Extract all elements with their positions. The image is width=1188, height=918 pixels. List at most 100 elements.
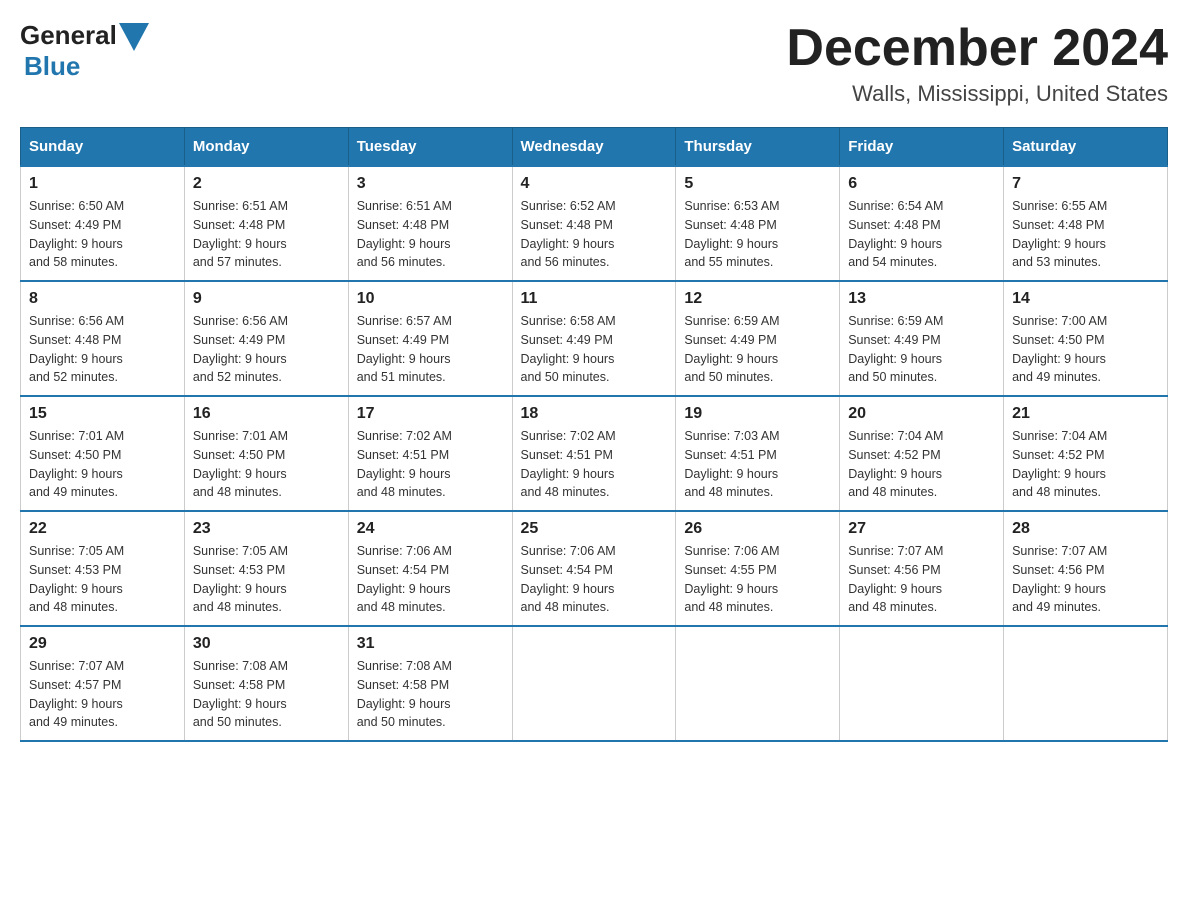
- calendar-cell: 23 Sunrise: 7:05 AM Sunset: 4:53 PM Dayl…: [184, 511, 348, 626]
- day-info: Sunrise: 7:01 AM Sunset: 4:50 PM Dayligh…: [193, 427, 340, 502]
- day-number: 21: [1012, 405, 1159, 423]
- calendar-week-row: 1 Sunrise: 6:50 AM Sunset: 4:49 PM Dayli…: [21, 166, 1168, 281]
- day-info: Sunrise: 7:06 AM Sunset: 4:54 PM Dayligh…: [521, 542, 668, 617]
- logo-blue-text: Blue: [24, 51, 80, 81]
- day-info: Sunrise: 6:59 AM Sunset: 4:49 PM Dayligh…: [684, 312, 831, 387]
- calendar-cell: 9 Sunrise: 6:56 AM Sunset: 4:49 PM Dayli…: [184, 281, 348, 396]
- day-number: 13: [848, 290, 995, 308]
- day-info: Sunrise: 7:06 AM Sunset: 4:54 PM Dayligh…: [357, 542, 504, 617]
- day-info: Sunrise: 6:54 AM Sunset: 4:48 PM Dayligh…: [848, 197, 995, 272]
- day-number: 4: [521, 175, 668, 193]
- day-number: 29: [29, 635, 176, 653]
- calendar-cell: 13 Sunrise: 6:59 AM Sunset: 4:49 PM Dayl…: [840, 281, 1004, 396]
- day-number: 7: [1012, 175, 1159, 193]
- day-number: 25: [521, 520, 668, 538]
- weekday-header-friday: Friday: [840, 128, 1004, 167]
- day-info: Sunrise: 6:56 AM Sunset: 4:48 PM Dayligh…: [29, 312, 176, 387]
- day-number: 22: [29, 520, 176, 538]
- day-number: 19: [684, 405, 831, 423]
- day-number: 24: [357, 520, 504, 538]
- calendar-cell: 2 Sunrise: 6:51 AM Sunset: 4:48 PM Dayli…: [184, 166, 348, 281]
- calendar-cell: 18 Sunrise: 7:02 AM Sunset: 4:51 PM Dayl…: [512, 396, 676, 511]
- logo: General Blue: [20, 20, 149, 82]
- weekday-header-thursday: Thursday: [676, 128, 840, 167]
- calendar-cell: [512, 626, 676, 741]
- calendar-cell: 17 Sunrise: 7:02 AM Sunset: 4:51 PM Dayl…: [348, 396, 512, 511]
- day-info: Sunrise: 7:05 AM Sunset: 4:53 PM Dayligh…: [193, 542, 340, 617]
- day-number: 16: [193, 405, 340, 423]
- day-info: Sunrise: 7:00 AM Sunset: 4:50 PM Dayligh…: [1012, 312, 1159, 387]
- day-number: 28: [1012, 520, 1159, 538]
- calendar-cell: 5 Sunrise: 6:53 AM Sunset: 4:48 PM Dayli…: [676, 166, 840, 281]
- day-info: Sunrise: 6:59 AM Sunset: 4:49 PM Dayligh…: [848, 312, 995, 387]
- logo-general-text: General: [20, 20, 117, 51]
- calendar-week-row: 8 Sunrise: 6:56 AM Sunset: 4:48 PM Dayli…: [21, 281, 1168, 396]
- calendar-cell: 31 Sunrise: 7:08 AM Sunset: 4:58 PM Dayl…: [348, 626, 512, 741]
- day-info: Sunrise: 7:03 AM Sunset: 4:51 PM Dayligh…: [684, 427, 831, 502]
- day-number: 9: [193, 290, 340, 308]
- day-info: Sunrise: 7:04 AM Sunset: 4:52 PM Dayligh…: [848, 427, 995, 502]
- day-info: Sunrise: 7:04 AM Sunset: 4:52 PM Dayligh…: [1012, 427, 1159, 502]
- day-number: 12: [684, 290, 831, 308]
- day-number: 26: [684, 520, 831, 538]
- day-info: Sunrise: 7:07 AM Sunset: 4:57 PM Dayligh…: [29, 657, 176, 732]
- calendar-cell: 19 Sunrise: 7:03 AM Sunset: 4:51 PM Dayl…: [676, 396, 840, 511]
- day-info: Sunrise: 6:51 AM Sunset: 4:48 PM Dayligh…: [193, 197, 340, 272]
- calendar-cell: 16 Sunrise: 7:01 AM Sunset: 4:50 PM Dayl…: [184, 396, 348, 511]
- day-info: Sunrise: 6:51 AM Sunset: 4:48 PM Dayligh…: [357, 197, 504, 272]
- weekday-header-wednesday: Wednesday: [512, 128, 676, 167]
- month-title: December 2024: [786, 20, 1168, 77]
- calendar-cell: 21 Sunrise: 7:04 AM Sunset: 4:52 PM Dayl…: [1004, 396, 1168, 511]
- day-info: Sunrise: 7:08 AM Sunset: 4:58 PM Dayligh…: [357, 657, 504, 732]
- calendar-cell: 4 Sunrise: 6:52 AM Sunset: 4:48 PM Dayli…: [512, 166, 676, 281]
- day-number: 14: [1012, 290, 1159, 308]
- weekday-header-row: SundayMondayTuesdayWednesdayThursdayFrid…: [21, 128, 1168, 167]
- calendar-cell: 7 Sunrise: 6:55 AM Sunset: 4:48 PM Dayli…: [1004, 166, 1168, 281]
- calendar-cell: 29 Sunrise: 7:07 AM Sunset: 4:57 PM Dayl…: [21, 626, 185, 741]
- day-info: Sunrise: 6:57 AM Sunset: 4:49 PM Dayligh…: [357, 312, 504, 387]
- calendar-cell: 14 Sunrise: 7:00 AM Sunset: 4:50 PM Dayl…: [1004, 281, 1168, 396]
- calendar-week-row: 22 Sunrise: 7:05 AM Sunset: 4:53 PM Dayl…: [21, 511, 1168, 626]
- weekday-header-saturday: Saturday: [1004, 128, 1168, 167]
- weekday-header-tuesday: Tuesday: [348, 128, 512, 167]
- day-number: 8: [29, 290, 176, 308]
- calendar-cell: [840, 626, 1004, 741]
- calendar-week-row: 15 Sunrise: 7:01 AM Sunset: 4:50 PM Dayl…: [21, 396, 1168, 511]
- day-number: 5: [684, 175, 831, 193]
- calendar-cell: 8 Sunrise: 6:56 AM Sunset: 4:48 PM Dayli…: [21, 281, 185, 396]
- calendar-cell: 12 Sunrise: 6:59 AM Sunset: 4:49 PM Dayl…: [676, 281, 840, 396]
- day-number: 2: [193, 175, 340, 193]
- weekday-header-sunday: Sunday: [21, 128, 185, 167]
- day-number: 20: [848, 405, 995, 423]
- calendar-cell: 22 Sunrise: 7:05 AM Sunset: 4:53 PM Dayl…: [21, 511, 185, 626]
- title-section: December 2024 Walls, Mississippi, United…: [786, 20, 1168, 107]
- calendar-cell: 28 Sunrise: 7:07 AM Sunset: 4:56 PM Dayl…: [1004, 511, 1168, 626]
- calendar-cell: 25 Sunrise: 7:06 AM Sunset: 4:54 PM Dayl…: [512, 511, 676, 626]
- day-number: 27: [848, 520, 995, 538]
- calendar-cell: 11 Sunrise: 6:58 AM Sunset: 4:49 PM Dayl…: [512, 281, 676, 396]
- day-number: 11: [521, 290, 668, 308]
- calendar-cell: 20 Sunrise: 7:04 AM Sunset: 4:52 PM Dayl…: [840, 396, 1004, 511]
- calendar-cell: 3 Sunrise: 6:51 AM Sunset: 4:48 PM Dayli…: [348, 166, 512, 281]
- day-info: Sunrise: 6:53 AM Sunset: 4:48 PM Dayligh…: [684, 197, 831, 272]
- weekday-header-monday: Monday: [184, 128, 348, 167]
- day-info: Sunrise: 6:58 AM Sunset: 4:49 PM Dayligh…: [521, 312, 668, 387]
- day-info: Sunrise: 6:50 AM Sunset: 4:49 PM Dayligh…: [29, 197, 176, 272]
- day-number: 1: [29, 175, 176, 193]
- day-number: 6: [848, 175, 995, 193]
- calendar-cell: 30 Sunrise: 7:08 AM Sunset: 4:58 PM Dayl…: [184, 626, 348, 741]
- day-number: 15: [29, 405, 176, 423]
- day-info: Sunrise: 6:56 AM Sunset: 4:49 PM Dayligh…: [193, 312, 340, 387]
- day-number: 10: [357, 290, 504, 308]
- day-info: Sunrise: 7:02 AM Sunset: 4:51 PM Dayligh…: [521, 427, 668, 502]
- day-info: Sunrise: 7:07 AM Sunset: 4:56 PM Dayligh…: [1012, 542, 1159, 617]
- page-header: General Blue December 2024 Walls, Missis…: [20, 20, 1168, 107]
- calendar-cell: [1004, 626, 1168, 741]
- day-info: Sunrise: 7:07 AM Sunset: 4:56 PM Dayligh…: [848, 542, 995, 617]
- logo-icon: [119, 23, 149, 51]
- day-info: Sunrise: 6:55 AM Sunset: 4:48 PM Dayligh…: [1012, 197, 1159, 272]
- location-subtitle: Walls, Mississippi, United States: [786, 81, 1168, 107]
- calendar-cell: 6 Sunrise: 6:54 AM Sunset: 4:48 PM Dayli…: [840, 166, 1004, 281]
- calendar-cell: 24 Sunrise: 7:06 AM Sunset: 4:54 PM Dayl…: [348, 511, 512, 626]
- day-info: Sunrise: 7:05 AM Sunset: 4:53 PM Dayligh…: [29, 542, 176, 617]
